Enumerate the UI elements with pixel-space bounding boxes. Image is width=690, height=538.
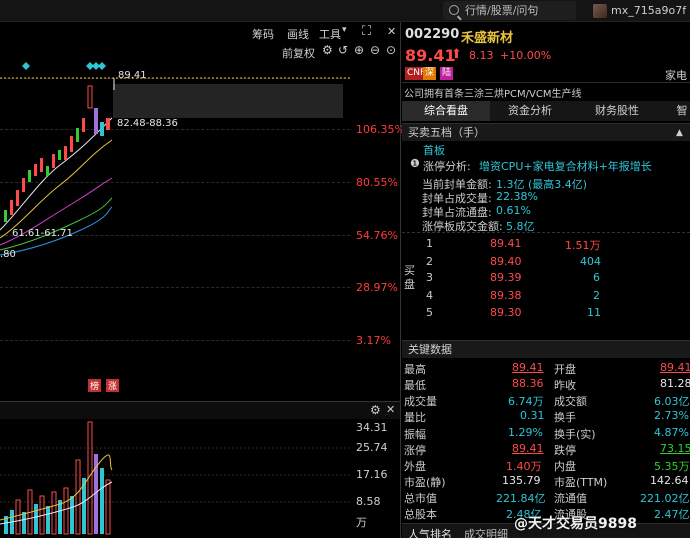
analysis-value[interactable]: 增资CPU+家电复合材料+年报增长 (479, 158, 652, 174)
industry-label[interactable]: 家电 (665, 67, 687, 83)
rank-badge[interactable]: 榜 (88, 379, 102, 392)
board-label: 首板 (423, 144, 445, 157)
vol-axis-label: 8.58 (356, 495, 381, 508)
info-icon: ❶ (410, 157, 420, 170)
candles (4, 78, 115, 222)
bid-row[interactable]: 2 89.40 404 (420, 255, 680, 272)
zoom-out-icon[interactable]: ⊖ (370, 43, 380, 57)
vol-axis-label: 17.16 (356, 468, 388, 481)
tab-popularity[interactable]: 人气排名 (408, 526, 452, 538)
price-change-pct: +10.00% (500, 49, 552, 62)
stock-name[interactable]: 禾盛新材 (461, 27, 513, 46)
search-box[interactable]: 行情/股票/问句 (443, 1, 576, 20)
tab-funds[interactable]: 资金分析 (492, 101, 568, 121)
bid-row[interactable]: 4 89.38 2 (420, 289, 680, 306)
fullscreen-icon[interactable]: ⛶ (362, 24, 371, 39)
range-box (113, 84, 343, 118)
tab-more[interactable]: 智 (674, 101, 690, 121)
expand-icon[interactable]: ▲ (676, 124, 683, 142)
volume-chart[interactable] (0, 420, 352, 538)
more-icon[interactable]: ⊙ (386, 43, 396, 57)
event-marker (22, 62, 30, 70)
section-title: 买卖五档（手） (408, 126, 485, 139)
arrow-up-icon: ⬆ (451, 47, 462, 62)
key-data-row: 外盘 1.40万 内盘 5.35万 (404, 460, 690, 473)
search-placeholder: 行情/股票/问句 (465, 4, 539, 17)
key-data-row: 总市值 221.84亿 流通值 221.02亿 (404, 492, 690, 505)
range-label: 82.48-88.36 (117, 118, 178, 129)
tab-finance[interactable]: 财务股性 (578, 101, 656, 121)
close-icon[interactable]: ✕ (387, 25, 396, 38)
limit-stats: 当前封单金额: 1.3亿 (最高3.4亿) 封单占成交量: 22.38% 封单占… (412, 176, 682, 233)
info-tabs: 综合看盘 资金分析 财务股性 智 (402, 101, 690, 121)
bid-row[interactable]: 3 89.39 6 (420, 271, 680, 288)
panel-divider (400, 22, 401, 538)
vol-axis-label: 34.31 (356, 421, 388, 434)
bid-side-label: 买盘 (404, 264, 415, 291)
tab-overview[interactable]: 综合看盘 (402, 101, 490, 121)
key-data-row: 最高 89.41 开盘 89.41 (404, 361, 690, 376)
key-data-row: 振幅 1.29% 换手(实) 4.87% (404, 426, 689, 441)
limit-up-badge[interactable]: 涨 (106, 379, 120, 392)
username: mx_715a9o7f (611, 4, 687, 17)
undo-icon[interactable]: ↺ (338, 43, 348, 57)
last-price: 89.41 (405, 46, 456, 65)
pct-axis-label: 28.97% (356, 281, 398, 294)
watermark: @天才交易员9898 (514, 516, 637, 532)
zoom-in-icon[interactable]: ⊕ (354, 43, 364, 57)
avatar (593, 4, 607, 18)
event-marker (98, 62, 106, 70)
fuquan-button[interactable]: 前复权 (282, 45, 315, 61)
volume-bars (4, 421, 111, 535)
top-bar: 行情/股票/问句 mx_715a9o7f (0, 0, 690, 22)
company-description: 公司拥有首条三涂三烘PCM/VCM生产线 (404, 89, 582, 100)
user-account[interactable]: mx_715a9o7f (591, 1, 690, 20)
tab-trade-detail[interactable]: 成交明细 (464, 526, 508, 538)
key-data-row: 涨停 89.41 跌停 73.15 (404, 442, 690, 457)
section-title: 关键数据 (408, 343, 452, 356)
vol-axis-label: 25.74 (356, 441, 388, 454)
analysis-label: 涨停分析: (423, 160, 471, 173)
pct-axis-label: 106.35% (356, 123, 405, 136)
chips-button[interactable]: 筹码 (252, 26, 274, 42)
bid-row[interactable]: 1 89.41 1.51万 (420, 237, 680, 254)
pct-axis-label: 80.55% (356, 176, 398, 189)
order-book-header: 买卖五档（手） ▲ (402, 123, 690, 141)
tag-badge: 陆 (440, 67, 454, 80)
key-data-row: 量比 0.31 换手 2.73% (404, 409, 689, 424)
tag-badge: 深 (423, 67, 437, 80)
price-change: 8.13 (469, 49, 494, 62)
stock-code: 002290 (405, 27, 460, 42)
low-label: 61.61-61.71 (12, 228, 73, 239)
key-data-header: 关键数据 (402, 340, 690, 358)
key-data-row: 成交量 6.74万 成交额 6.03亿 (404, 395, 690, 408)
chart-toolbar: 筹码 画线 工具 ▾ ⛶ ✕ 前复权 ⚙ ↺ ⊕ ⊖ ⊙ (0, 22, 400, 60)
high-label: 89.41 (118, 70, 147, 81)
chevron-down-icon[interactable]: ▾ (342, 25, 347, 35)
search-icon (449, 5, 459, 15)
close-icon[interactable]: ✕ (386, 403, 395, 416)
bid-row[interactable]: 5 89.30 11 (420, 306, 680, 323)
volume-header: ⚙ ✕ (0, 401, 400, 419)
tools-button[interactable]: 工具 (319, 26, 341, 42)
key-data-row: 最低 88.36 昨收 81.28 (404, 377, 690, 392)
key-data-row: 市盈(静) 135.79 市盈(TTM) 142.64 (404, 474, 689, 489)
settings-icon[interactable]: ⚙ (322, 43, 333, 57)
draw-line-button[interactable]: 画线 (287, 26, 309, 42)
pct-axis-label: 3.17% (356, 334, 391, 347)
pct-axis-label: 54.76% (356, 229, 398, 242)
stat-value: 22.38% (496, 190, 538, 203)
settings-icon[interactable]: ⚙ (370, 403, 381, 417)
stat-value: 0.61% (496, 204, 531, 217)
vol-axis-label: 万 (356, 516, 367, 529)
left-label: .80 (0, 249, 16, 260)
